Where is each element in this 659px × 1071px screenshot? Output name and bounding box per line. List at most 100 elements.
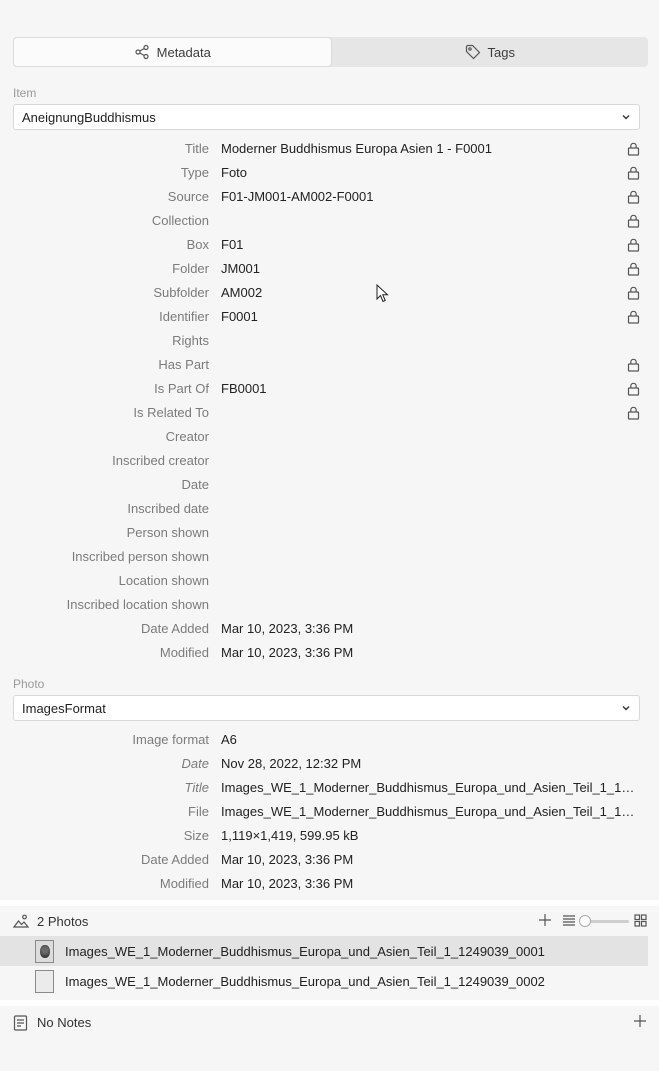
lock-icon[interactable] <box>627 358 640 372</box>
field-label: Modified <box>159 645 209 660</box>
field-row: Person shown <box>0 521 659 545</box>
photo-list-item[interactable]: Images_WE_1_Moderner_Buddhismus_Europa_u… <box>0 936 648 966</box>
field-row: Creator <box>0 425 659 449</box>
field-value[interactable]: 1,119×1,419, 599.95 kB <box>221 828 358 843</box>
grid-view-icon[interactable] <box>634 914 647 927</box>
field-row: Inscribed person shown <box>0 545 659 569</box>
field-label: Inscribed location shown <box>66 597 209 612</box>
field-row: Identifier F0001 <box>0 305 659 329</box>
field-value[interactable]: F01 <box>221 237 243 252</box>
field-row: Box F01 <box>0 233 659 257</box>
lock-icon[interactable] <box>627 286 640 300</box>
field-value[interactable]: Nov 28, 2022, 12:32 PM <box>221 756 361 771</box>
field-label: Date Added <box>141 621 209 636</box>
tab-metadata-label: Metadata <box>156 44 211 60</box>
field-value[interactable]: Mar 10, 2023, 3:36 PM <box>221 852 353 867</box>
field-value[interactable]: JM001 <box>221 261 260 276</box>
field-row: Type Foto <box>0 161 659 185</box>
field-value[interactable]: F0001 <box>221 309 258 324</box>
field-label: Collection <box>151 213 209 228</box>
field-row: File Images_WE_1_Moderner_Buddhismus_Euro… <box>0 800 659 824</box>
field-row: Is Part Of FB0001 <box>0 377 659 401</box>
field-row: Subfolder AM002 <box>0 281 659 305</box>
field-label: Title <box>184 780 209 795</box>
mouse-cursor-icon <box>376 284 389 303</box>
field-row: Date Added Mar 10, 2023, 3:36 PM <box>0 848 659 872</box>
field-value[interactable]: Images_WE_1_Moderner_Buddhismus_Europa_u… <box>221 780 641 795</box>
field-value[interactable]: Moderner Buddhismus Europa Asien 1 - F00… <box>221 141 492 156</box>
list-view-icon[interactable] <box>562 914 576 927</box>
field-row: Size 1,119×1,419, 599.95 kB <box>0 824 659 848</box>
photo-filename: Images_WE_1_Moderner_Buddhismus_Europa_u… <box>65 974 545 989</box>
field-value[interactable]: Mar 10, 2023, 3:36 PM <box>221 645 353 660</box>
field-label: Date <box>181 477 209 492</box>
add-note-button[interactable] <box>633 1014 647 1028</box>
field-value[interactable]: FB0001 <box>221 381 267 396</box>
field-value[interactable]: F01-JM001-AM002-F0001 <box>221 189 373 204</box>
notes-panel-header: No Notes <box>0 1008 659 1036</box>
field-row: Collection <box>0 209 659 233</box>
lock-icon[interactable] <box>627 382 640 396</box>
tab-metadata[interactable]: Metadata <box>13 37 332 67</box>
photos-icon <box>13 914 29 928</box>
lock-icon[interactable] <box>627 406 640 420</box>
field-label: Inscribed person shown <box>71 549 209 564</box>
photos-count-title: 2 Photos <box>37 914 89 929</box>
field-label: Source <box>167 189 209 204</box>
field-label: Type <box>180 165 209 180</box>
field-value[interactable]: Mar 10, 2023, 3:36 PM <box>221 876 353 891</box>
item-template-select[interactable]: AneignungBuddhismus <box>13 104 640 130</box>
photo-thumbnail <box>35 940 54 963</box>
field-row: Image format A6 <box>0 728 659 752</box>
field-row: Date Added Mar 10, 2023, 3:36 PM <box>0 617 659 641</box>
field-label: Location shown <box>118 573 209 588</box>
lock-icon[interactable] <box>627 166 640 180</box>
photo-section-label: Photo <box>13 677 45 691</box>
thumbnail-size-slider-handle[interactable] <box>579 915 591 927</box>
tab-tags[interactable]: Tags <box>332 37 649 67</box>
field-label: Has Part <box>158 357 209 372</box>
field-row: Modified Mar 10, 2023, 3:36 PM <box>0 641 659 665</box>
field-label: File <box>188 804 209 819</box>
field-value[interactable]: A6 <box>221 732 237 747</box>
field-label: Size <box>183 828 209 843</box>
tab-tags-label: Tags <box>487 44 515 60</box>
field-row: Has Part <box>0 353 659 377</box>
field-row: Title Moderner Buddhismus Europa Asien 1 … <box>0 137 659 161</box>
field-value[interactable]: Mar 10, 2023, 3:36 PM <box>221 621 353 636</box>
notes-icon <box>13 1015 28 1031</box>
field-label: Inscribed creator <box>112 453 209 468</box>
field-label: Inscribed date <box>127 501 209 516</box>
photo-filename: Images_WE_1_Moderner_Buddhismus_Europa_u… <box>65 944 545 959</box>
lock-icon[interactable] <box>627 142 640 156</box>
lock-icon[interactable] <box>627 214 640 228</box>
field-row: Location shown <box>0 569 659 593</box>
field-label: Title <box>184 141 209 156</box>
field-label: Image format <box>132 732 209 747</box>
field-row: Is Related To <box>0 401 659 425</box>
add-photo-button[interactable] <box>538 913 552 927</box>
field-label: Date <box>181 756 209 771</box>
field-value[interactable]: AM002 <box>221 285 262 300</box>
item-fields: Title Moderner Buddhismus Europa Asien 1 … <box>0 137 659 665</box>
field-value[interactable]: Foto <box>221 165 247 180</box>
field-label: Person shown <box>126 525 209 540</box>
notes-title: No Notes <box>37 1015 92 1030</box>
photo-template-select[interactable]: ImagesFormat <box>13 695 640 721</box>
photo-thumbnail-placeholder <box>35 970 54 993</box>
field-label: Identifier <box>159 309 209 324</box>
inspector-tabs: Metadata Tags <box>13 37 648 67</box>
field-label: Date Added <box>141 852 209 867</box>
lock-icon[interactable] <box>627 310 640 324</box>
photo-fields: Image format A6 Date Nov 28, 2022, 12:32 PM… <box>0 728 659 896</box>
section-divider <box>0 900 659 906</box>
tag-icon <box>465 44 480 60</box>
lock-icon[interactable] <box>627 238 640 252</box>
lock-icon[interactable] <box>627 262 640 276</box>
field-row: Date Nov 28, 2022, 12:32 PM <box>0 752 659 776</box>
photo-list-item[interactable]: Images_WE_1_Moderner_Buddhismus_Europa_u… <box>0 966 648 996</box>
lock-icon[interactable] <box>627 190 640 204</box>
field-value[interactable]: Images_WE_1_Moderner_Buddhismus_Europa_u… <box>221 804 641 819</box>
field-row: Source F01-JM001-AM002-F0001 <box>0 185 659 209</box>
field-label: Creator <box>165 429 209 444</box>
